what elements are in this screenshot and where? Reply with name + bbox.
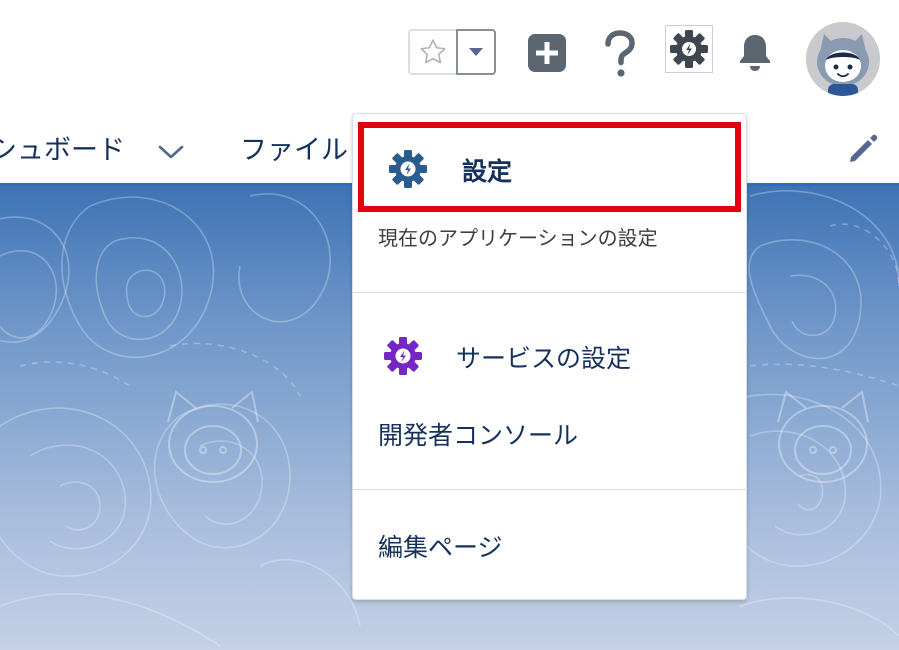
nav-dashboard-menu-button[interactable] [157, 142, 185, 166]
star-outline-icon [420, 39, 446, 64]
setup-button[interactable] [665, 25, 713, 73]
setup-menu-item-service-setup[interactable]: サービスの設定 [353, 314, 746, 394]
chevron-down-icon [158, 145, 184, 159]
favorites-button[interactable] [408, 29, 456, 75]
help-button[interactable] [596, 26, 644, 82]
service-setup-label: サービスの設定 [456, 344, 632, 373]
gear-icon [670, 30, 708, 68]
pencil-icon [850, 134, 878, 162]
menu-divider [353, 292, 746, 293]
setup-menu-item-developer-console[interactable]: 開発者コンソール [378, 416, 578, 452]
bell-icon [740, 35, 770, 71]
gear-bolt-icon [384, 337, 422, 375]
setup-menu: 設定 現在のアプリケーションの設定 サービスの設定 開発者コンソール 編集ページ [352, 113, 747, 600]
setup-item-label: 設定 [462, 157, 513, 186]
global-actions-button[interactable] [527, 33, 567, 73]
setup-item-icon-wrap [388, 149, 428, 193]
edit-nav-button[interactable] [846, 132, 880, 170]
favorites-group [408, 29, 496, 75]
astro-avatar-icon [806, 22, 880, 96]
app-page: シュボード ファイル 設定 現在のアプリケーションの設定 サービスの設定 開発者… [0, 0, 899, 650]
service-setup-icon-wrap [383, 336, 423, 380]
favorites-dropdown-button[interactable] [456, 29, 496, 75]
global-header [0, 0, 899, 110]
question-icon [605, 30, 635, 77]
user-avatar[interactable] [806, 22, 880, 96]
nav-item-files[interactable]: ファイル [240, 128, 348, 167]
notifications-button[interactable] [735, 30, 775, 74]
caret-down-icon [469, 48, 483, 56]
gear-bolt-icon [389, 150, 427, 188]
setup-menu-item-edit-page[interactable]: 編集ページ [378, 528, 503, 564]
nav-item-dashboard[interactable]: シュボード [0, 128, 125, 167]
setup-item-description: 現在のアプリケーションの設定 [378, 226, 658, 250]
plus-icon [528, 34, 566, 72]
menu-divider [353, 489, 746, 490]
setup-menu-item-setup[interactable]: 設定 [358, 122, 741, 212]
